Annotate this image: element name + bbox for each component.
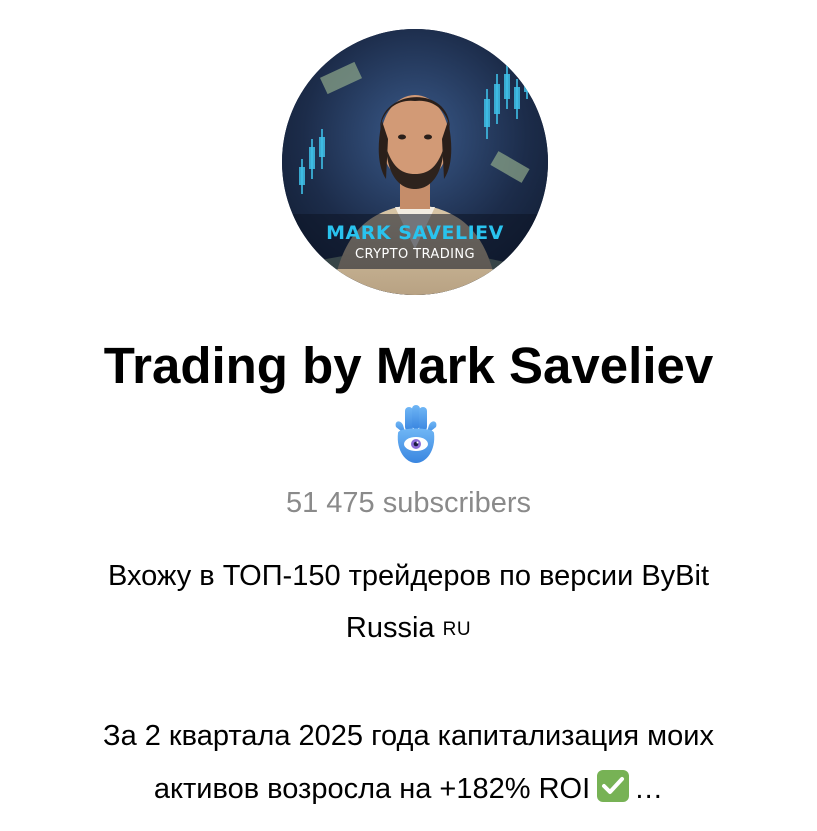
channel-title: Trading by Mark Saveliev — [103, 337, 714, 394]
check-mark-button-icon — [597, 770, 630, 802]
description-line-3: За 2 квартала 2025 года капитализация мо… — [103, 720, 714, 752]
channel-profile: MARK SAVELIEV CRYPTO TRADING Trading by … — [0, 0, 817, 831]
subscriber-count: 51 475 subscribers — [285, 487, 532, 519]
avatar-name-text: MARK SAVELIEV — [326, 222, 504, 244]
flag-ru-icon: RU — [442, 619, 472, 640]
description-line-2: Russia RU — [20, 602, 797, 656]
description-expand-ellipsis[interactable]: … — [634, 773, 663, 805]
description-line-4: активов возросла на +182% ROI … — [20, 763, 797, 815]
channel-avatar[interactable]: MARK SAVELIEV CRYPTO TRADING — [282, 29, 548, 295]
description-line-1: Вхожу в ТОП-150 трейдеров по версии ByBi… — [107, 560, 710, 592]
avatar-sub-text: CRYPTO TRADING — [355, 247, 475, 262]
description-line-4-text: активов возросла на +182% ROI — [153, 773, 591, 805]
hamsa-eye-icon — [390, 405, 442, 465]
description-line-2-text: Russia — [345, 612, 435, 644]
